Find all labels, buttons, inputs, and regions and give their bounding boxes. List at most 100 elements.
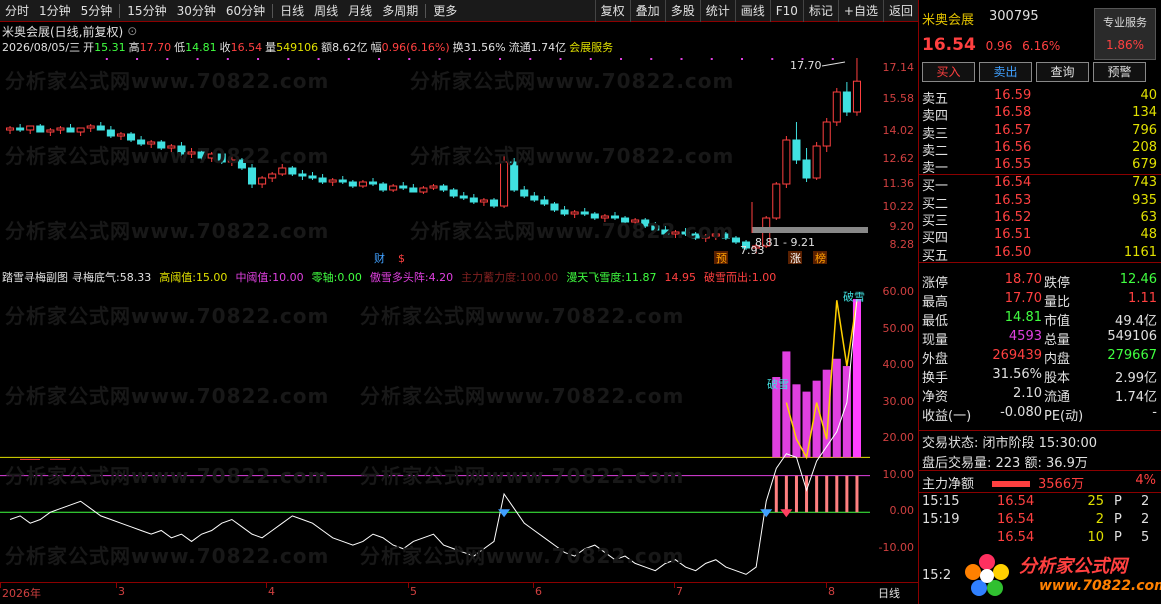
sell-button[interactable]: 卖出 bbox=[979, 62, 1032, 82]
indicator-value-4: 傲雪多头阵:4.20 bbox=[370, 271, 457, 284]
stat-value: 31.56% bbox=[992, 367, 1042, 382]
toolbar-item-10[interactable]: 更多 bbox=[428, 0, 462, 22]
candle-body bbox=[368, 181, 378, 185]
indicator-title: 踏雪寻梅副图 bbox=[2, 271, 68, 284]
toolbar-item-6[interactable]: 日线 bbox=[275, 0, 309, 22]
divider bbox=[919, 492, 1161, 493]
bid-row[interactable]: 买一 16.54 743 bbox=[919, 175, 1161, 194]
ask-qty: 134 bbox=[1132, 105, 1157, 121]
stat-label: 总量 bbox=[1044, 333, 1071, 348]
toolbar-item-7[interactable]: 周线 bbox=[309, 0, 343, 22]
query-button[interactable]: 查询 bbox=[1036, 62, 1089, 82]
toolbar-item-8[interactable]: 月线 bbox=[343, 0, 377, 22]
candle-body bbox=[187, 151, 196, 155]
candle-body bbox=[147, 141, 156, 145]
event-marker[interactable]: 财 bbox=[374, 251, 385, 265]
ask-label: 卖三 bbox=[922, 126, 949, 142]
main-flow-pct: 4% bbox=[1135, 473, 1156, 488]
indicator-chart[interactable]: 破雪破雪 bbox=[0, 268, 918, 580]
bid-row[interactable]: 买三 16.52 63 bbox=[919, 210, 1161, 230]
toolbar-item-2[interactable]: 5分钟 bbox=[76, 0, 118, 22]
bid-qty: 743 bbox=[1132, 175, 1157, 191]
period-label[interactable]: 日线 bbox=[878, 585, 900, 601]
indicator-label: 高阈值: bbox=[159, 271, 196, 284]
candle-body bbox=[379, 183, 388, 191]
candle-body bbox=[731, 237, 740, 243]
bid-row[interactable]: 买四 16.51 48 bbox=[919, 227, 1161, 246]
candle-body bbox=[247, 167, 257, 185]
candle-body bbox=[46, 129, 55, 133]
toolbar-item-1[interactable]: 1分钟 bbox=[34, 0, 76, 22]
tick-list[interactable]: 15:15 16.54 25 P 2 15:19 16.54 2 P 2 16.54 10 P 5 bbox=[919, 494, 1161, 548]
bid-row[interactable]: 买五 16.50 1161 bbox=[919, 245, 1161, 264]
candle-body bbox=[258, 177, 267, 185]
toolbar-right-3[interactable]: 统计 bbox=[699, 0, 735, 22]
toolbar-right-6[interactable]: 标记 bbox=[802, 0, 838, 22]
price-tick: 9.20 bbox=[889, 220, 915, 233]
time-tick-mark bbox=[674, 583, 675, 588]
event-marker[interactable]: $ bbox=[398, 252, 405, 265]
indicator-value-0: 寻梅底气:58.33 bbox=[72, 271, 155, 284]
signal-dot bbox=[620, 58, 623, 60]
candle-body bbox=[288, 167, 297, 175]
stat-label: 收益(一) bbox=[922, 409, 972, 424]
stat-row: 外盘 269439 内盘 279667 bbox=[919, 348, 1161, 367]
buy-button[interactable]: 买入 bbox=[922, 62, 975, 82]
indicator-label: 寻梅底气: bbox=[72, 271, 120, 284]
tick-volume: 2 bbox=[1095, 512, 1104, 527]
bid-row[interactable]: 买二 16.53 935 bbox=[919, 193, 1161, 212]
signal-dot bbox=[741, 58, 744, 60]
candle-body bbox=[399, 185, 408, 189]
bid-qty: 48 bbox=[1140, 227, 1157, 243]
candle-body bbox=[389, 185, 398, 191]
small-bar bbox=[845, 475, 849, 513]
candle-body bbox=[338, 179, 347, 183]
ask-row[interactable]: 卖三 16.57 796 bbox=[919, 123, 1161, 142]
pro-service-button[interactable]: 专业服务 1.86% bbox=[1094, 8, 1156, 60]
toolbar-right-5[interactable]: F10 bbox=[769, 0, 803, 22]
toolbar-right-7[interactable]: +自选 bbox=[837, 0, 883, 22]
indicator-label: 漫天飞雪度: bbox=[566, 271, 626, 284]
stat-value: 14.81 bbox=[1004, 310, 1042, 325]
stat-label: 换手 bbox=[922, 371, 949, 386]
candle-body bbox=[580, 211, 589, 215]
snow-tag: 破雪 bbox=[767, 377, 789, 391]
small-bar bbox=[825, 475, 829, 513]
indicator-tick: 0.00 bbox=[889, 504, 915, 518]
tick-time: 15:19 bbox=[922, 512, 960, 527]
candle-body bbox=[681, 231, 690, 235]
bid-label: 买三 bbox=[922, 214, 949, 230]
alert-button[interactable]: 预警 bbox=[1093, 62, 1146, 82]
ask-row[interactable]: 卖五 16.59 40 bbox=[919, 88, 1161, 107]
event-marker[interactable]: 涨 bbox=[790, 252, 801, 265]
toolbar-right-0[interactable]: 复权 bbox=[594, 0, 630, 22]
indicator-label: 零轴: bbox=[311, 271, 338, 284]
bid-price: 16.52 bbox=[994, 210, 1032, 226]
toolbar-item-5[interactable]: 60分钟 bbox=[221, 0, 270, 22]
time-tick-mark bbox=[0, 583, 1, 588]
toolbar-item-0[interactable]: 分时 bbox=[0, 0, 34, 22]
candle-body bbox=[116, 133, 125, 137]
toolbar-item-4[interactable]: 30分钟 bbox=[172, 0, 221, 22]
candle-body bbox=[691, 233, 700, 239]
pro-service-value: 1.86% bbox=[1105, 38, 1145, 52]
after-hours-volume: 盘后交易量: 223 额: 36.9万 bbox=[922, 456, 1088, 471]
toolbar-right-1[interactable]: 叠加 bbox=[629, 0, 665, 22]
ask-row[interactable]: 卖一 16.55 679 bbox=[919, 157, 1161, 176]
toolbar-right-8[interactable]: 返回 bbox=[882, 0, 918, 22]
tick-row: 15:19 16.54 2 P 2 bbox=[919, 512, 1161, 530]
toolbar-right-4[interactable]: 画线 bbox=[734, 0, 770, 22]
toolbar-right-2[interactable]: 多股 bbox=[664, 0, 700, 22]
quote-stats: 涨停 18.70 跌停 12.46 最高 17.70 量比 1.11 最低 14.81 市值 49.4… bbox=[919, 272, 1161, 424]
signal-dot bbox=[529, 58, 532, 60]
ask-row[interactable]: 卖二 16.56 208 bbox=[919, 140, 1161, 159]
tick-price: 16.54 bbox=[997, 494, 1035, 509]
toolbar-item-9[interactable]: 多周期 bbox=[377, 0, 423, 22]
gem-icon bbox=[780, 509, 793, 518]
tick-kind: P bbox=[1114, 530, 1122, 545]
ask-row[interactable]: 卖四 16.58 134 bbox=[919, 105, 1161, 124]
candlestick-chart[interactable]: 17.707.938.81 - 9.21财 $ 预涨榜 bbox=[0, 24, 918, 266]
toolbar-item-3[interactable]: 15分钟 bbox=[122, 0, 171, 22]
event-marker[interactable]: 预 bbox=[716, 252, 727, 265]
event-marker[interactable]: 榜 bbox=[815, 251, 826, 265]
